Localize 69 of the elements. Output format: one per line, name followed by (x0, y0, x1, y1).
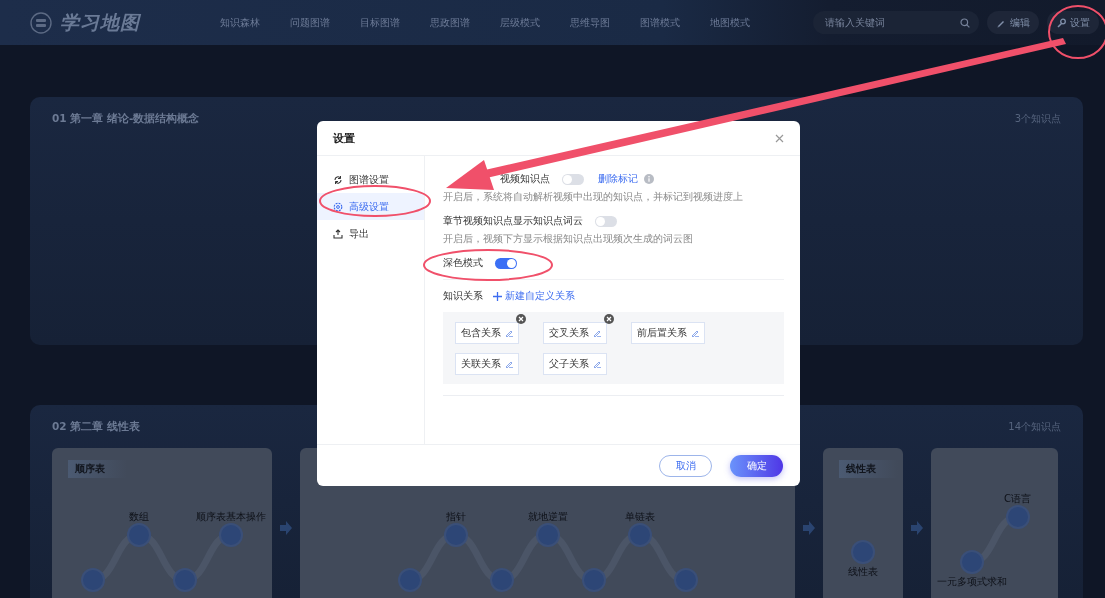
confirm-button[interactable]: 确定 (730, 454, 783, 477)
arrow-icon (910, 521, 924, 535)
relation-tag[interactable]: 包含关系 (455, 322, 519, 344)
knowledge-node[interactable] (491, 570, 512, 590)
app-logo: 学习地图 (60, 9, 140, 35)
nav-tab[interactable]: 问题图谱 (286, 15, 334, 30)
sync-icon (333, 174, 343, 185)
knowledge-node[interactable] (961, 552, 982, 572)
remove-icon[interactable] (604, 314, 614, 324)
relation-tag[interactable]: 关联关系 (455, 353, 519, 375)
relation-tag[interactable]: 父子关系 (543, 353, 607, 375)
plus-icon (493, 291, 502, 301)
setting-label: 章节视频知识点显示知识点词云 (443, 214, 583, 228)
menu-item[interactable]: 高级设置 (317, 193, 424, 220)
close-button[interactable] (775, 133, 784, 143)
menu-item[interactable]: 图谱设置 (317, 166, 424, 193)
menu-item[interactable]: 导出 (317, 220, 424, 247)
nav-tab[interactable]: 思政图谱 (426, 15, 474, 30)
logo-icon (30, 11, 52, 34)
upload-icon (333, 228, 343, 239)
cancel-button[interactable]: 取消 (659, 454, 712, 477)
toggle-switch[interactable] (562, 173, 584, 185)
settings-button[interactable]: 设置 (1047, 11, 1099, 34)
knowledge-node[interactable] (175, 570, 195, 590)
delete-marks-link[interactable]: 删除标记 (598, 172, 638, 186)
setting-label: 视频知识点 (500, 172, 550, 186)
setting-label: 深色模式 (443, 256, 483, 270)
nav-tab[interactable]: 层级模式 (496, 15, 544, 30)
knowledge-node[interactable] (537, 525, 558, 545)
knowledge-node[interactable] (675, 570, 696, 590)
knowledge-node[interactable] (399, 570, 420, 590)
node-label: 数组 (129, 510, 149, 524)
edit-icon (691, 329, 699, 337)
edit-icon (505, 360, 513, 368)
nav-tab[interactable]: 地图模式 (706, 15, 754, 30)
nav-tab[interactable]: 目标图谱 (356, 15, 404, 30)
toggle-switch[interactable] (495, 257, 517, 269)
setting-hint: 开启后，系统将自动解析视频中出现的知识点，并标记到视频进度上 (443, 190, 744, 204)
knowledge-node[interactable] (853, 542, 873, 562)
knowledge-node[interactable] (583, 570, 604, 590)
toggle-switch[interactable] (595, 215, 617, 227)
dialog-title: 设置 (333, 130, 355, 146)
relation-tag[interactable]: 交叉关系 (543, 322, 607, 344)
search-icon (960, 18, 970, 28)
arrow-icon (802, 521, 816, 535)
edit-button[interactable]: 编辑 (987, 11, 1039, 34)
knowledge-node[interactable] (129, 525, 149, 545)
remove-icon[interactable] (516, 314, 526, 324)
knowledge-node[interactable] (221, 525, 241, 545)
knowledge-node[interactable] (83, 570, 103, 590)
edit-icon (593, 360, 601, 368)
relation-tag[interactable]: 前后置关系 (631, 322, 705, 344)
setting-hint: 开启后，视频下方显示根据知识点出现频次生成的词云图 (443, 232, 694, 246)
section-title: 02 第二章 线性表 (52, 420, 140, 434)
edit-icon (593, 329, 601, 337)
nav-tab[interactable]: 图谱模式 (636, 15, 684, 30)
section-title: 01 第一章 绪论-数据结构概念 (52, 112, 200, 126)
nav-tab[interactable]: 思维导图 (566, 15, 614, 30)
close-icon (775, 133, 784, 143)
relations-label: 知识关系 (443, 289, 483, 303)
knowledge-node[interactable] (1007, 507, 1028, 527)
edit-icon (505, 329, 513, 337)
knowledge-node[interactable] (629, 525, 650, 545)
arrow-icon (279, 521, 293, 535)
gear-icon (333, 201, 343, 212)
search-field[interactable]: 请输入关键词 (813, 11, 979, 34)
knowledge-node[interactable] (445, 525, 466, 545)
nav-tab[interactable]: 知识森林 (216, 15, 264, 30)
add-relation-link[interactable]: 新建自定义关系 (493, 289, 575, 303)
